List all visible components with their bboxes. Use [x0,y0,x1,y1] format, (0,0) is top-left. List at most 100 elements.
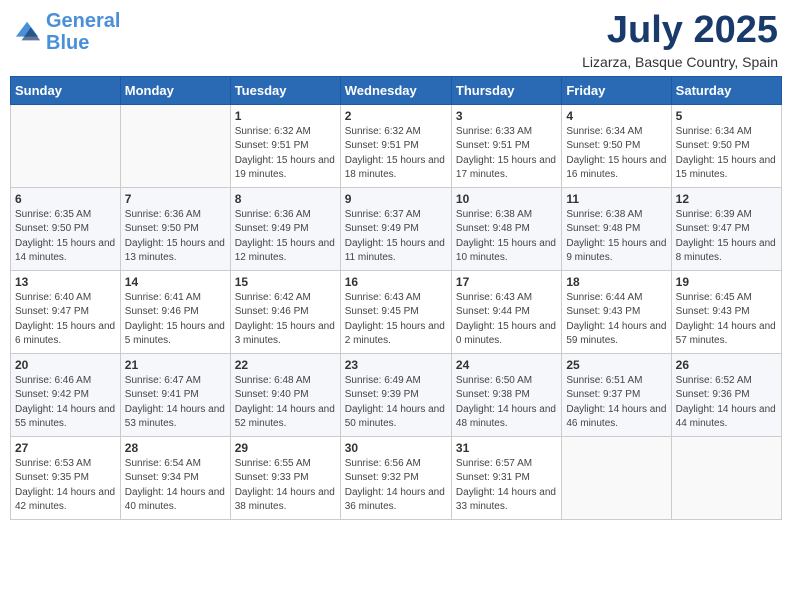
day-number: 26 [676,358,777,372]
day-number: 15 [235,275,336,289]
day-number: 3 [456,109,557,123]
calendar-cell: 13 Sunrise: 6:40 AM Sunset: 9:47 PM Dayli… [11,270,121,353]
calendar-cell: 10 Sunrise: 6:38 AM Sunset: 9:48 PM Dayli… [451,187,561,270]
day-number: 1 [235,109,336,123]
weekday-header-thursday: Thursday [451,76,561,104]
day-info: Sunrise: 6:46 AM Sunset: 9:42 PM Dayligh… [15,374,116,432]
logo-icon [14,18,42,46]
day-info: Sunrise: 6:43 AM Sunset: 9:44 PM Dayligh… [456,291,557,349]
calendar-cell: 26 Sunrise: 6:52 AM Sunset: 9:36 PM Dayli… [671,353,781,436]
weekday-header-sunday: Sunday [11,76,121,104]
day-info: Sunrise: 6:49 AM Sunset: 9:39 PM Dayligh… [345,374,447,432]
page-header: General Blue July 2025 Lizarza, Basque C… [10,10,782,70]
day-number: 25 [566,358,666,372]
title-block: July 2025 Lizarza, Basque Country, Spain [582,10,778,70]
day-info: Sunrise: 6:35 AM Sunset: 9:50 PM Dayligh… [15,208,116,266]
day-info: Sunrise: 6:47 AM Sunset: 9:41 PM Dayligh… [125,374,226,432]
calendar-cell: 14Sunrise: 6:41 AM Sunset: 9:46 PM Dayli… [120,270,230,353]
day-number: 7 [125,192,226,206]
weekday-header-friday: Friday [562,76,671,104]
day-info: Sunrise: 6:48 AM Sunset: 9:40 PM Dayligh… [235,374,336,432]
day-info: Sunrise: 6:34 AM Sunset: 9:50 PM Dayligh… [566,125,666,183]
day-info: Sunrise: 6:34 AM Sunset: 9:50 PM Dayligh… [676,125,777,183]
day-number: 19 [676,275,777,289]
calendar-cell: 24 Sunrise: 6:50 AM Sunset: 9:38 PM Dayli… [451,353,561,436]
calendar-cell: 28Sunrise: 6:54 AM Sunset: 9:34 PM Dayli… [120,436,230,519]
day-number: 8 [235,192,336,206]
day-info: Sunrise: 6:42 AM Sunset: 9:46 PM Dayligh… [235,291,336,349]
day-number: 9 [345,192,447,206]
calendar-body: 1 Sunrise: 6:32 AM Sunset: 9:51 PM Daylig… [11,104,782,519]
day-number: 30 [345,441,447,455]
day-info: Sunrise: 6:55 AM Sunset: 9:33 PM Dayligh… [235,457,336,515]
day-info: Sunrise: 6:56 AM Sunset: 9:32 PM Dayligh… [345,457,447,515]
calendar-cell: 12 Sunrise: 6:39 AM Sunset: 9:47 PM Dayli… [671,187,781,270]
day-number: 18 [566,275,666,289]
calendar-cell: 20Sunrise: 6:46 AM Sunset: 9:42 PM Dayli… [11,353,121,436]
calendar-cell: 2Sunrise: 6:32 AM Sunset: 9:51 PM Daylig… [340,104,451,187]
day-number: 24 [456,358,557,372]
calendar-cell: 9Sunrise: 6:37 AM Sunset: 9:49 PM Daylig… [340,187,451,270]
calendar-cell: 19 Sunrise: 6:45 AM Sunset: 9:43 PM Dayli… [671,270,781,353]
calendar-week-row: 20Sunrise: 6:46 AM Sunset: 9:42 PM Dayli… [11,353,782,436]
calendar-cell: 25Sunrise: 6:51 AM Sunset: 9:37 PM Dayli… [562,353,671,436]
day-number: 23 [345,358,447,372]
day-info: Sunrise: 6:38 AM Sunset: 9:48 PM Dayligh… [456,208,557,266]
calendar-cell: 6 Sunrise: 6:35 AM Sunset: 9:50 PM Daylig… [11,187,121,270]
day-number: 5 [676,109,777,123]
calendar-cell [671,436,781,519]
day-info: Sunrise: 6:32 AM Sunset: 9:51 PM Dayligh… [235,125,336,183]
day-info: Sunrise: 6:52 AM Sunset: 9:36 PM Dayligh… [676,374,777,432]
calendar-cell: 1 Sunrise: 6:32 AM Sunset: 9:51 PM Daylig… [230,104,340,187]
day-number: 6 [15,192,116,206]
day-number: 31 [456,441,557,455]
day-number: 17 [456,275,557,289]
calendar-cell: 11 Sunrise: 6:38 AM Sunset: 9:48 PM Dayli… [562,187,671,270]
calendar-cell: 8 Sunrise: 6:36 AM Sunset: 9:49 PM Daylig… [230,187,340,270]
day-number: 21 [125,358,226,372]
day-info: Sunrise: 6:39 AM Sunset: 9:47 PM Dayligh… [676,208,777,266]
location-subtitle: Lizarza, Basque Country, Spain [582,54,778,70]
calendar-cell: 30 Sunrise: 6:56 AM Sunset: 9:32 PM Dayli… [340,436,451,519]
calendar-week-row: 13 Sunrise: 6:40 AM Sunset: 9:47 PM Dayli… [11,270,782,353]
calendar-cell: 4 Sunrise: 6:34 AM Sunset: 9:50 PM Daylig… [562,104,671,187]
day-number: 27 [15,441,116,455]
day-info: Sunrise: 6:43 AM Sunset: 9:45 PM Dayligh… [345,291,447,349]
day-info: Sunrise: 6:54 AM Sunset: 9:34 PM Dayligh… [125,457,226,515]
calendar-cell: 7Sunrise: 6:36 AM Sunset: 9:50 PM Daylig… [120,187,230,270]
weekday-header-saturday: Saturday [671,76,781,104]
day-number: 10 [456,192,557,206]
calendar-cell: 16 Sunrise: 6:43 AM Sunset: 9:45 PM Dayli… [340,270,451,353]
day-number: 16 [345,275,447,289]
day-info: Sunrise: 6:41 AM Sunset: 9:46 PM Dayligh… [125,291,226,349]
calendar-week-row: 6 Sunrise: 6:35 AM Sunset: 9:50 PM Daylig… [11,187,782,270]
calendar-table: SundayMondayTuesdayWednesdayThursdayFrid… [10,76,782,520]
month-title: July 2025 [582,10,778,52]
weekday-header-wednesday: Wednesday [340,76,451,104]
day-number: 12 [676,192,777,206]
day-info: Sunrise: 6:33 AM Sunset: 9:51 PM Dayligh… [456,125,557,183]
logo-text: General Blue [46,10,120,54]
day-number: 11 [566,192,666,206]
calendar-cell: 17 Sunrise: 6:43 AM Sunset: 9:44 PM Dayli… [451,270,561,353]
calendar-cell [562,436,671,519]
weekday-header-tuesday: Tuesday [230,76,340,104]
calendar-cell: 29 Sunrise: 6:55 AM Sunset: 9:33 PM Dayli… [230,436,340,519]
calendar-cell [120,104,230,187]
calendar-cell: 23 Sunrise: 6:49 AM Sunset: 9:39 PM Dayli… [340,353,451,436]
day-info: Sunrise: 6:32 AM Sunset: 9:51 PM Dayligh… [345,125,447,183]
calendar-cell: 22Sunrise: 6:48 AM Sunset: 9:40 PM Dayli… [230,353,340,436]
day-info: Sunrise: 6:45 AM Sunset: 9:43 PM Dayligh… [676,291,777,349]
calendar-cell: 21 Sunrise: 6:47 AM Sunset: 9:41 PM Dayli… [120,353,230,436]
day-info: Sunrise: 6:40 AM Sunset: 9:47 PM Dayligh… [15,291,116,349]
day-number: 13 [15,275,116,289]
day-info: Sunrise: 6:36 AM Sunset: 9:49 PM Dayligh… [235,208,336,266]
day-number: 4 [566,109,666,123]
calendar-cell: 27Sunrise: 6:53 AM Sunset: 9:35 PM Dayli… [11,436,121,519]
calendar-cell [11,104,121,187]
day-info: Sunrise: 6:38 AM Sunset: 9:48 PM Dayligh… [566,208,666,266]
day-info: Sunrise: 6:50 AM Sunset: 9:38 PM Dayligh… [456,374,557,432]
calendar-cell: 3 Sunrise: 6:33 AM Sunset: 9:51 PM Daylig… [451,104,561,187]
day-number: 29 [235,441,336,455]
calendar-cell: 5 Sunrise: 6:34 AM Sunset: 9:50 PM Daylig… [671,104,781,187]
